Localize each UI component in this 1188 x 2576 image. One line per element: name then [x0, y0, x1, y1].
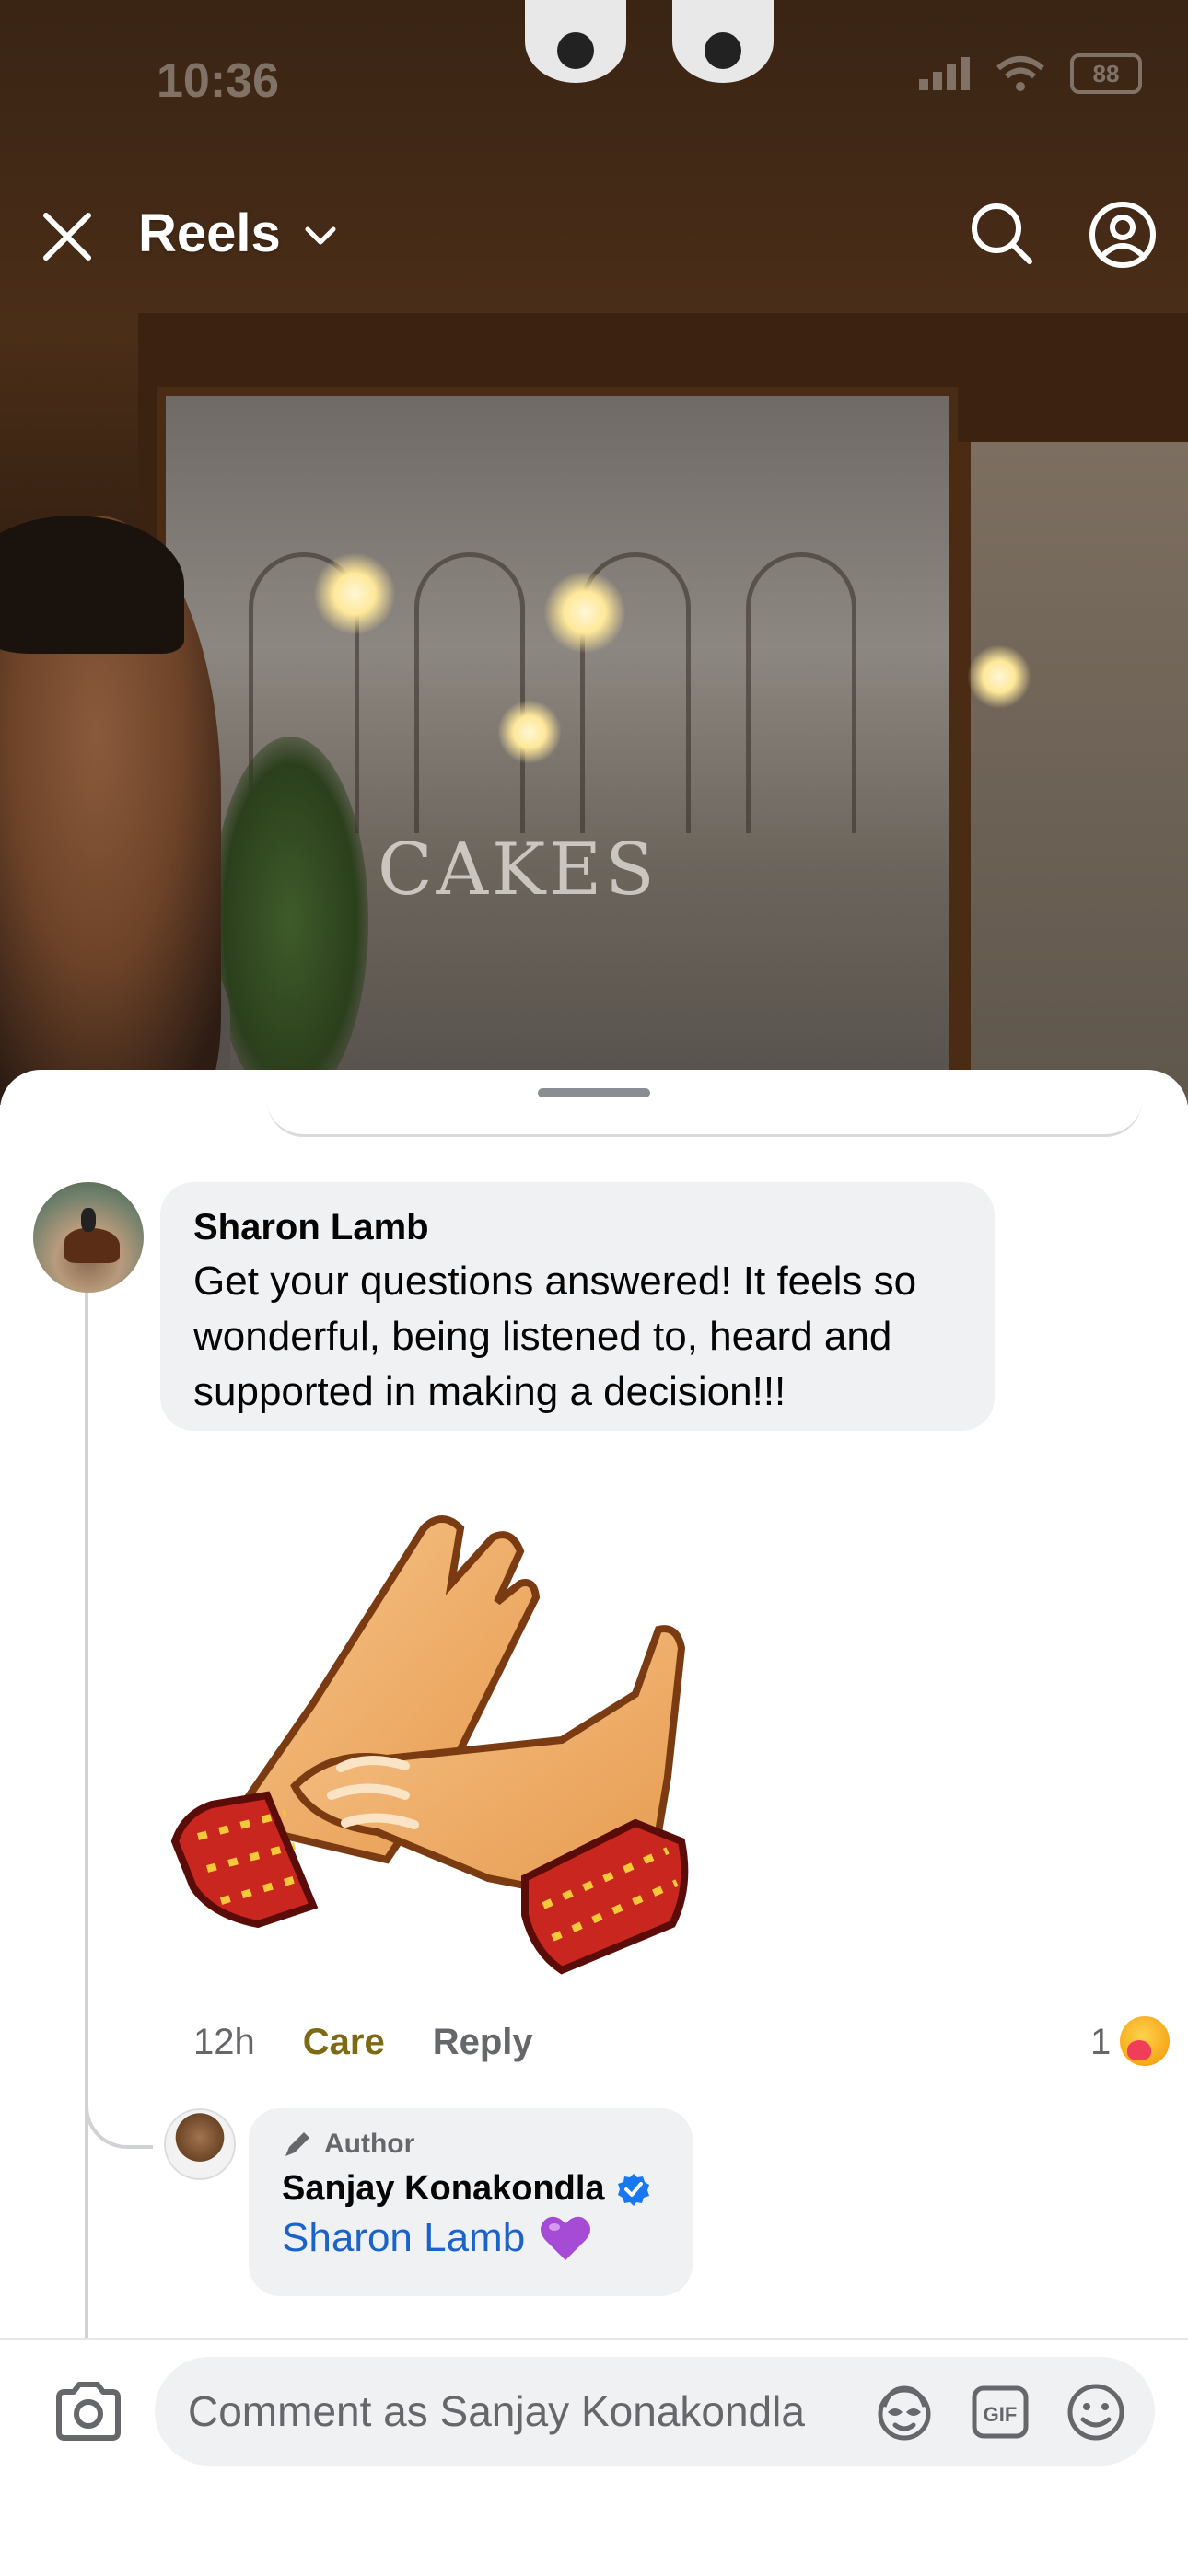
avatar[interactable]: [33, 1182, 144, 1293]
comment-actions: 12h Care Reply: [193, 2022, 533, 2063]
reaction-count[interactable]: 1: [1090, 2022, 1111, 2063]
clapping-hands-sticker[interactable]: [157, 1473, 728, 2007]
verified-badge-icon: [617, 2173, 649, 2206]
reply-button[interactable]: Reply: [433, 2022, 533, 2063]
avatar[interactable]: [164, 2108, 236, 2180]
mention-link[interactable]: Sharon Lamb: [282, 2215, 525, 2261]
author-badge: Author: [282, 2129, 659, 2160]
comment-bubble[interactable]: Sharon Lamb Get your questions answered!…: [160, 1182, 995, 1431]
thread-line: [85, 1289, 88, 2338]
camera-icon[interactable]: [52, 2375, 125, 2449]
previous-comment-bubble: [267, 1070, 1142, 1137]
security-camera: [672, 0, 774, 83]
comment-author[interactable]: Sharon Lamb: [193, 1204, 961, 1250]
author-badge-label: Author: [324, 2129, 415, 2159]
status-icons: 88: [919, 53, 1142, 94]
window-lettering: CAKES: [378, 829, 658, 911]
comment-text: Get your questions answered! It feels so…: [193, 1259, 917, 1414]
emoji-icon[interactable]: [1063, 2379, 1129, 2445]
reels-title[interactable]: Reels: [138, 203, 281, 264]
comment-time: 12h: [193, 2022, 255, 2062]
pencil-icon: [285, 2132, 309, 2156]
plant: [212, 737, 368, 1105]
search-icon[interactable]: [967, 199, 1035, 267]
status-time: 10:36: [157, 54, 279, 108]
close-icon[interactable]: [35, 204, 99, 269]
cellular-signal-icon: [919, 57, 970, 90]
profile-icon[interactable]: [1087, 199, 1159, 271]
chevron-down-icon[interactable]: [300, 215, 341, 256]
reply-thread-connector: [85, 1832, 153, 2149]
care-emoji-icon[interactable]: [1120, 2016, 1170, 2066]
security-camera: [525, 0, 626, 83]
battery-indicator: 88: [1070, 53, 1142, 94]
reply-bubble[interactable]: Author Sanjay Konakondla Sharon Lamb: [249, 2108, 693, 2296]
gif-icon[interactable]: GIF: [967, 2379, 1033, 2445]
svg-text:GIF: GIF: [984, 2403, 1018, 2426]
care-reaction-button[interactable]: Care: [303, 2022, 385, 2063]
wifi-icon: [996, 56, 1044, 91]
shop-window: [958, 442, 1188, 1105]
avatar-sticker-icon[interactable]: [871, 2379, 938, 2445]
reply-author[interactable]: Sanjay Konakondla: [282, 2169, 605, 2209]
reel-video[interactable]: CAKES: [0, 0, 1188, 1105]
purple-heart-icon: [541, 2216, 591, 2260]
